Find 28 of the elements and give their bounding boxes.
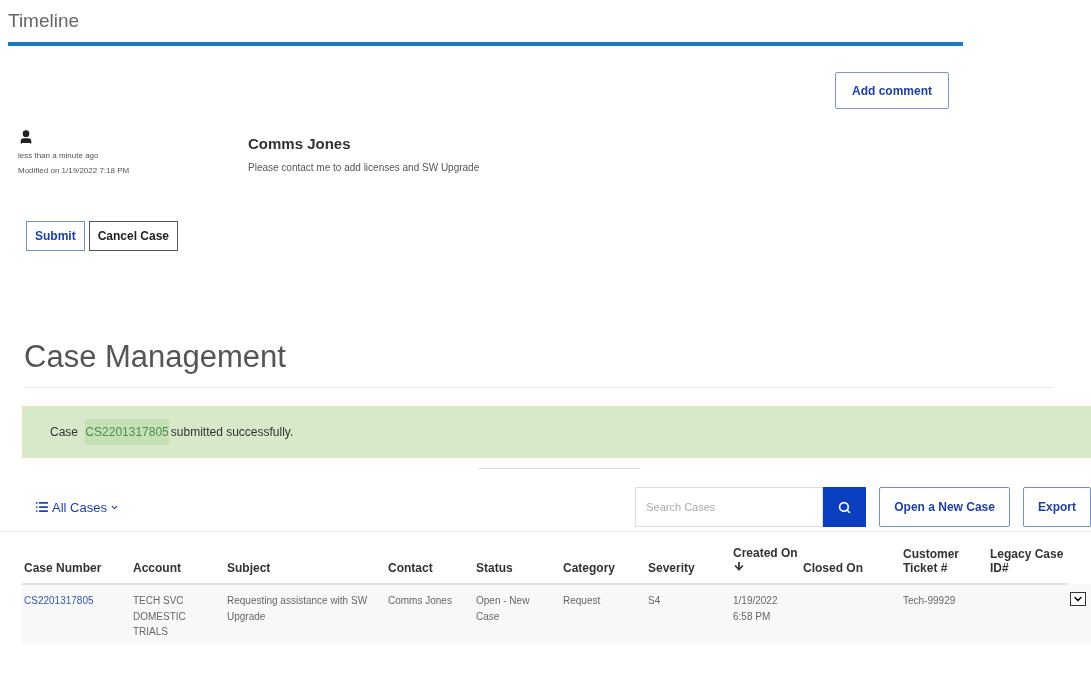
list-icon	[35, 500, 49, 514]
view-dropdown[interactable]: All Cases	[35, 499, 119, 515]
page-title: Case Management	[24, 339, 1052, 388]
table-cell: Request	[561, 584, 646, 644]
search-icon	[838, 500, 852, 514]
table-cell: Tech-99929	[901, 584, 988, 644]
table-cell: TECH SVC DOMESTIC TRIALS	[131, 584, 225, 644]
table-cell: 1/19/2022 6:58 PM	[731, 584, 801, 644]
search-field[interactable]: Search Cases	[635, 487, 824, 527]
modified-date: Modified on 1/19/2022 7:18 PM	[18, 166, 131, 175]
submit-button[interactable]: Submit	[26, 221, 85, 251]
user-icon	[18, 129, 34, 145]
comment-time: less than a minute ago	[18, 151, 100, 160]
export-button[interactable]: Export	[1023, 487, 1091, 527]
search-button[interactable]	[823, 487, 867, 527]
comment-author: Comms Jones	[248, 135, 352, 152]
table-cell: S4	[646, 584, 731, 644]
expand-button[interactable]	[1070, 592, 1086, 606]
table-cell: Comms Jones	[386, 584, 474, 644]
cancel-button[interactable]: Cancel Case	[88, 221, 179, 251]
section-title: Timeline	[8, 10, 963, 46]
sort-arrow-icon	[733, 560, 745, 572]
table-cell: Open - New Case	[474, 584, 561, 644]
case-number-link[interactable]: CS2201317805	[22, 584, 131, 644]
comment-text: Please contact me to add licenses and SW Upgrade	[248, 162, 480, 173]
add-comment-button[interactable]: Add comment	[835, 72, 949, 109]
new-case-button[interactable]: Open a New Case	[879, 487, 1010, 527]
table-cell: Requesting assistance with SW Upgrade	[225, 584, 386, 644]
